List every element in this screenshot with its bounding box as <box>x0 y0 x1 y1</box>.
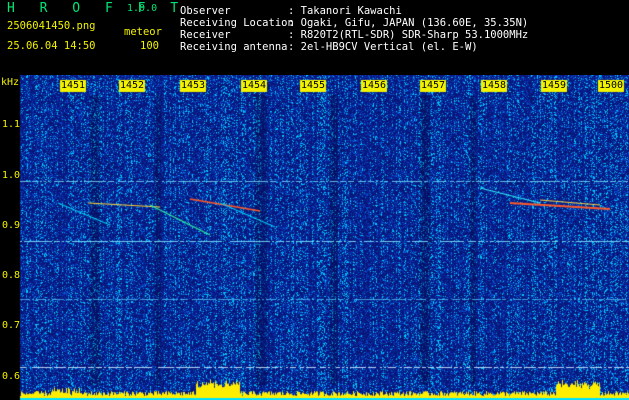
spectrogram-canvas <box>0 75 629 400</box>
x-tick-label: 1452 <box>120 80 145 91</box>
location-label: Receiving Location <box>180 17 294 29</box>
x-tick-label: 1455 <box>301 80 326 91</box>
y-tick-label: 1.1 <box>1 119 20 130</box>
gain-value: 100 <box>140 40 159 52</box>
capture-filename: 2506041450.png <box>7 20 96 32</box>
x-tick-label: 1453 <box>181 80 206 91</box>
y-axis-unit: kHz <box>1 77 20 88</box>
mode-label: meteor <box>124 26 162 38</box>
app-title: H R O F F T <box>7 1 187 16</box>
app-version: 1.0.0 <box>127 3 158 14</box>
observer-label: Observer <box>180 5 231 17</box>
antenna-label: Receiving antenna <box>180 41 288 53</box>
antenna-value: : 2el-HB9CV Vertical (el. E-W) <box>288 41 478 53</box>
x-tick-label: 1500 <box>599 80 624 91</box>
x-tick-label: 1454 <box>242 80 267 91</box>
observer-value: : Takanori Kawachi <box>288 5 402 17</box>
y-tick-label: 1.0 <box>1 170 20 181</box>
x-tick-label: 1458 <box>482 80 507 91</box>
y-tick-label: 0.8 <box>1 270 20 281</box>
capture-datetime: 25.06.04 14:50 <box>7 40 96 52</box>
location-value: : Ogaki, Gifu, JAPAN (136.60E, 35.35N) <box>288 17 529 29</box>
receiver-label: Receiver <box>180 29 231 41</box>
x-tick-label: 1451 <box>61 80 86 91</box>
x-tick-label: 1456 <box>362 80 387 91</box>
header-panel: H R O F F T 1.0.0 2506041450.png 25.06.0… <box>0 0 629 75</box>
x-tick-label: 1459 <box>542 80 567 91</box>
receiver-value: : R820T2(RTL-SDR) SDR-Sharp 53.1000MHz <box>288 29 529 41</box>
x-tick-label: 1457 <box>421 80 446 91</box>
y-tick-label: 0.7 <box>1 320 20 331</box>
y-tick-label: 0.9 <box>1 220 20 231</box>
y-tick-label: 0.6 <box>1 371 20 382</box>
